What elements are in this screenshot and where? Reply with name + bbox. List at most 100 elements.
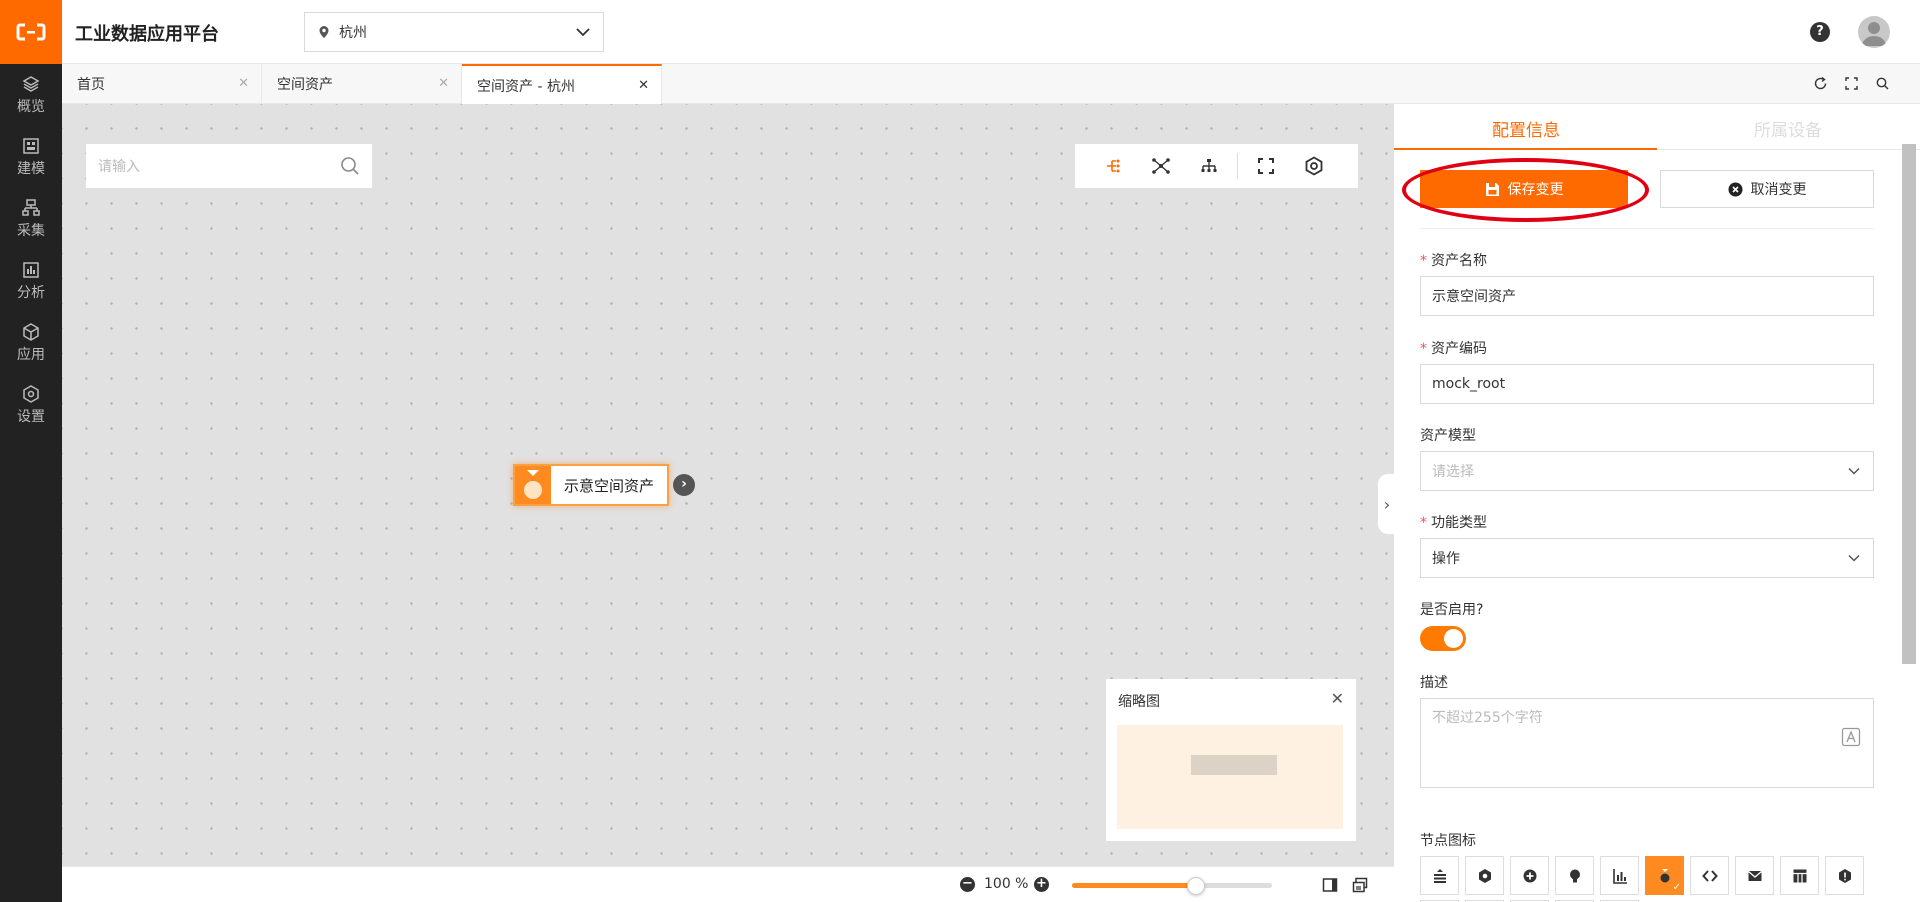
node-icon-option[interactable]: [1510, 856, 1549, 895]
user-avatar-icon: [1862, 22, 1886, 46]
asset-node[interactable]: 示意空间资产: [513, 464, 669, 506]
cancel-changes-button[interactable]: 取消变更: [1660, 170, 1874, 208]
active-tab-indicator: [1394, 148, 1657, 150]
asset-node-icon: [515, 466, 551, 504]
tab-devices[interactable]: 所属设备: [1754, 116, 1822, 141]
refresh-icon[interactable]: [1813, 76, 1828, 91]
brand-logo[interactable]: [0, 0, 62, 64]
search-placeholder: 请输入: [98, 159, 140, 175]
node-icon-option[interactable]: [1690, 856, 1729, 895]
fullscreen-icon[interactable]: [1844, 76, 1859, 91]
description-textarea[interactable]: 不超过255个字符: [1420, 698, 1874, 788]
tab-home[interactable]: 首页 ✕: [62, 64, 262, 104]
tab-space-assets-hangzhou[interactable]: 空间资产 - 杭州 ✕: [462, 64, 662, 105]
chevron-down-icon: [1848, 554, 1860, 562]
node-icon-option[interactable]: [1600, 856, 1639, 895]
cancel-changes-label: 取消变更: [1750, 182, 1807, 198]
node-icon-option[interactable]: [1735, 856, 1774, 895]
zoom-out-icon[interactable]: −: [960, 877, 975, 892]
close-icon[interactable]: ✕: [238, 76, 249, 91]
cube-icon: [23, 322, 39, 341]
save-changes-button[interactable]: 保存变更: [1420, 170, 1628, 208]
close-icon[interactable]: ✕: [438, 76, 449, 91]
layout-icon: [1793, 869, 1806, 882]
tab-config-info[interactable]: 配置信息: [1492, 116, 1560, 141]
fit-view-button[interactable]: [1242, 144, 1290, 188]
node-icon-option[interactable]: [1780, 856, 1819, 895]
sidebar-item-label: 建模: [17, 160, 45, 177]
hierarchy-icon: [22, 198, 40, 216]
org-layout-button[interactable]: [1185, 144, 1233, 188]
zoom-bar: − 100 % +: [62, 866, 1394, 902]
tab-label: 空间资产: [277, 77, 333, 93]
close-icon[interactable]: ✕: [1331, 689, 1344, 708]
sidebar-item-label: 概览: [17, 98, 45, 115]
zoom-in-icon[interactable]: +: [1034, 877, 1049, 892]
save-icon: [1485, 182, 1499, 196]
description-label: 描述: [1420, 675, 1448, 691]
canvas-search-input[interactable]: 请输入: [86, 144, 372, 188]
function-type-value: 操作: [1432, 551, 1460, 567]
required-mark: *: [1420, 341, 1427, 357]
sidebar-item-label: 采集: [17, 222, 45, 239]
zoom-slider-thumb[interactable]: [1187, 877, 1205, 895]
node-icon-option-selected[interactable]: ✓: [1645, 856, 1684, 895]
zoom-slider[interactable]: [1072, 877, 1272, 895]
node-icon-option[interactable]: [1825, 856, 1864, 895]
settings-icon: [23, 384, 39, 403]
mail-icon: [1747, 870, 1762, 881]
minimap-viewport[interactable]: [1117, 725, 1343, 829]
panel-toggle-icon[interactable]: [1322, 877, 1338, 893]
sidebar-item-analysis[interactable]: 分析: [0, 250, 62, 312]
check-icon: ✓: [1672, 882, 1681, 893]
node-icon-option[interactable]: [1555, 856, 1594, 895]
overview-toggle-icon[interactable]: [1352, 877, 1368, 893]
config-panel: 配置信息 所属设备 保存变更 取消变更 * 资产名称 示意空间资产 * 资产编码 m…: [1394, 104, 1920, 902]
canvas-settings-button[interactable]: [1290, 144, 1338, 188]
asset-model-select[interactable]: 请选择: [1420, 451, 1874, 491]
tree-layout-icon: [1107, 159, 1120, 173]
brand-logo-icon: [16, 23, 46, 41]
enabled-toggle[interactable]: [1420, 626, 1466, 651]
node-icon-option[interactable]: [1420, 856, 1459, 895]
sidebar-item-label: 分析: [17, 284, 45, 301]
page-tabs: 首页 ✕ 空间资产 ✕ 空间资产 - 杭州 ✕: [62, 64, 1920, 105]
layers-icon: [22, 75, 40, 92]
expand-node-icon[interactable]: ›: [673, 474, 695, 496]
search-icon[interactable]: [1875, 76, 1890, 91]
toolbar-divider: [1237, 153, 1238, 179]
tree-layout-button[interactable]: [1089, 144, 1137, 188]
asset-code-value: mock_root: [1432, 376, 1506, 392]
chevron-down-icon: [576, 28, 590, 37]
function-type-select[interactable]: 操作: [1420, 538, 1874, 578]
hexagon-icon: [1478, 868, 1491, 883]
bar-chart-icon: [23, 261, 39, 278]
panel-scrollbar[interactable]: [1902, 144, 1916, 664]
sidebar-item-collect[interactable]: 采集: [0, 188, 62, 250]
tab-space-assets[interactable]: 空间资产 ✕: [262, 64, 462, 104]
top-header: 工业数据应用平台 杭州 ?: [0, 0, 1920, 64]
node-icon-picker: ✓: [1420, 856, 1864, 895]
tab-tools: [1813, 76, 1890, 91]
sidebar-item-modeling[interactable]: 建模: [0, 126, 62, 188]
search-icon[interactable]: [340, 156, 360, 176]
chevron-down-icon: [1848, 467, 1860, 475]
close-icon[interactable]: ✕: [638, 78, 649, 93]
network-layout-icon: [1152, 158, 1170, 174]
stack-icon: [1433, 868, 1446, 883]
save-changes-label: 保存变更: [1507, 182, 1564, 198]
sidebar-item-settings[interactable]: 设置: [0, 374, 62, 436]
node-icon-option[interactable]: [1465, 856, 1504, 895]
sidebar-item-application[interactable]: 应用: [0, 312, 62, 374]
asset-name-input[interactable]: 示意空间资产: [1420, 276, 1874, 316]
code-icon: [1701, 869, 1718, 882]
topology-canvas[interactable]: 请输入 示意空间资产 › 缩略图 ✕: [62, 104, 1394, 866]
text-format-icon[interactable]: [1841, 727, 1861, 747]
plus-circle-icon: [1523, 869, 1536, 882]
sidebar-item-overview[interactable]: 概览: [0, 64, 62, 126]
asset-code-input[interactable]: mock_root: [1420, 364, 1874, 404]
user-avatar[interactable]: [1858, 16, 1890, 48]
network-layout-button[interactable]: [1137, 144, 1185, 188]
city-selector[interactable]: 杭州: [304, 12, 604, 52]
help-icon[interactable]: ?: [1810, 22, 1830, 42]
